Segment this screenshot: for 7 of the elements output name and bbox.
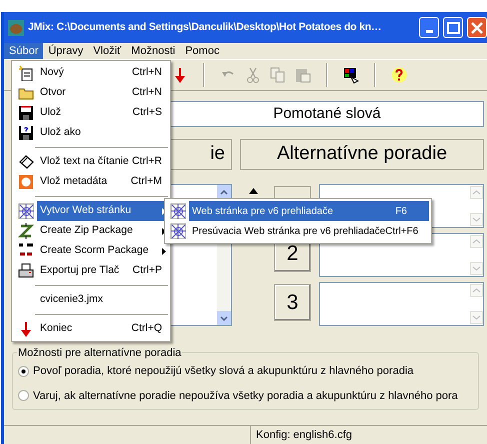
column-heading: Alternatívne poradie (240, 139, 484, 170)
column-heading: ie (170, 139, 232, 170)
option-label: Varuj, ak alternatívne poradie nepoužíva všetky poradia a akupunktúru z hlavného pora (33, 388, 458, 404)
window-title: JMix: C:\Documents and Settings\Danculik\Desktop\Hot Potatoes do kn… (28, 20, 382, 35)
config-status: Konfig: english6.cfg (255, 428, 352, 443)
option-label: Povoľ poradia, ktoré nepoužijú všetky slová a akupunktúru z hlavného poradia (33, 364, 414, 379)
group-title: Možnosti pre alternatívne poradia (17, 345, 182, 362)
